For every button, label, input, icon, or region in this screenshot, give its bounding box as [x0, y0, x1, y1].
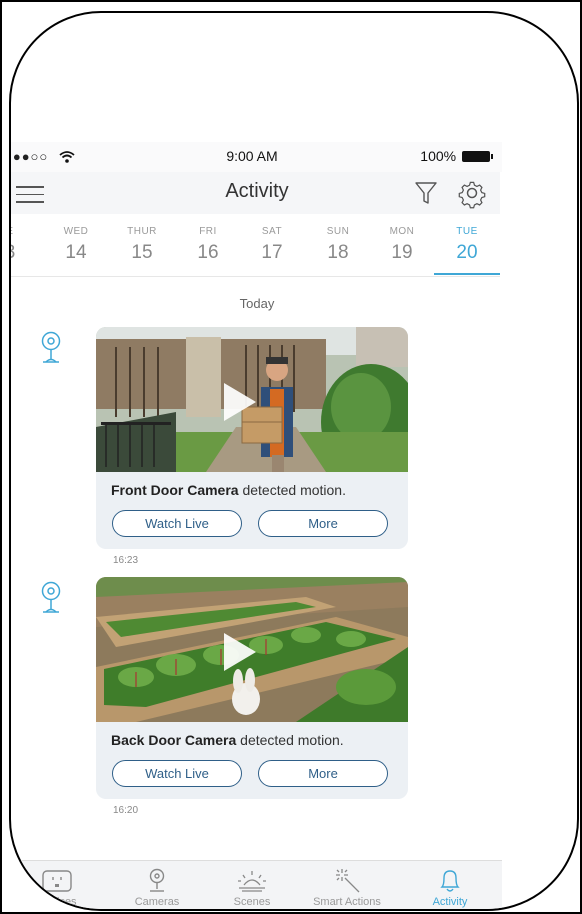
sunrise-icon	[238, 871, 266, 892]
tab-bar: Devices Cameras Scenes Smart Actions Act…	[11, 860, 502, 909]
day-of-week: MON	[389, 226, 415, 237]
section-label: Today	[239, 296, 275, 311]
watch-live-button[interactable]: Watch Live	[112, 760, 242, 787]
date-item[interactable]: FRI 16	[178, 226, 238, 264]
tab-activity[interactable]: Activity	[405, 861, 495, 909]
magic-wand-icon	[336, 869, 360, 893]
tab-label: Smart Actions	[313, 896, 381, 908]
event-timestamp: 16:23	[113, 555, 139, 566]
day-number: 15	[131, 242, 153, 263]
date-item[interactable]: E 3	[11, 226, 40, 264]
camera-icon	[41, 331, 61, 363]
date-item[interactable]: SUN 18	[308, 226, 368, 264]
camera-icon	[149, 868, 165, 892]
date-item[interactable]: MON 19	[372, 226, 432, 264]
bell-icon	[440, 870, 460, 892]
date-item[interactable]: SAT 17	[242, 226, 302, 264]
date-strip: E 3 WED 14 THUR 15 FRI 16 SAT 17 SUN 18 …	[11, 214, 500, 277]
event-description: Front Door Camera detected motion.	[111, 482, 346, 498]
camera-name: Front Door Camera	[111, 482, 239, 498]
day-of-week: FRI	[199, 226, 217, 237]
tab-scenes[interactable]: Scenes	[207, 861, 297, 909]
battery-indicator: 100%	[420, 148, 493, 164]
event-action: detected motion.	[238, 482, 346, 498]
day-of-week: TUE	[456, 226, 478, 237]
activity-card: Front Door Camera detected motion. Watch…	[96, 327, 408, 549]
tab-label: Activity	[432, 896, 468, 908]
date-item[interactable]: THUR 15	[112, 226, 172, 264]
selected-date-indicator	[434, 273, 500, 275]
day-number: 18	[327, 242, 349, 263]
screen: ●●●○○ 9:00 AM 100% Activity	[11, 13, 577, 909]
day-of-week: THUR	[127, 226, 157, 237]
tab-label: Devices	[37, 896, 77, 908]
more-button[interactable]: More	[258, 760, 388, 787]
event-video-thumbnail[interactable]	[96, 577, 408, 722]
battery-icon	[462, 151, 493, 162]
tab-label: Cameras	[134, 896, 180, 908]
tab-cameras[interactable]: Cameras	[112, 861, 202, 909]
event-description: Back Door Camera detected motion.	[111, 732, 344, 748]
battery-percent: 100%	[420, 148, 457, 164]
more-button[interactable]: More	[258, 510, 388, 537]
tab-devices[interactable]: Devices	[12, 861, 102, 909]
camera-icon	[41, 581, 61, 613]
day-of-week: SAT	[261, 226, 283, 237]
tab-smart-actions[interactable]: Smart Actions	[302, 861, 392, 909]
day-number: 14	[65, 242, 87, 263]
date-item-selected[interactable]: TUE 20	[437, 226, 497, 264]
filter-icon[interactable]	[414, 180, 438, 206]
day-number: 19	[391, 242, 413, 263]
camera-name: Back Door Camera	[111, 732, 237, 748]
phone-frame: ●●●○○ 9:00 AM 100% Activity	[9, 11, 579, 911]
day-number: 17	[261, 242, 283, 263]
day-number: 16	[197, 242, 219, 263]
day-of-week: SUN	[326, 226, 350, 237]
event-action: detected motion.	[236, 732, 344, 748]
event-video-thumbnail[interactable]	[96, 327, 408, 472]
gear-icon[interactable]	[456, 177, 488, 209]
nav-bar: Activity	[11, 172, 500, 214]
watch-live-button[interactable]: Watch Live	[112, 510, 242, 537]
tab-label: Scenes	[233, 896, 271, 908]
activity-card: Back Door Camera detected motion. Watch …	[96, 577, 408, 799]
day-of-week: E	[11, 226, 40, 237]
day-number: 3	[11, 242, 40, 264]
day-of-week: WED	[63, 226, 89, 237]
outlet-icon	[42, 870, 72, 892]
date-item[interactable]: WED 14	[46, 226, 106, 264]
day-number: 20	[456, 242, 478, 263]
status-bar: ●●●○○ 9:00 AM 100%	[11, 142, 502, 172]
event-timestamp: 16:20	[113, 805, 139, 816]
